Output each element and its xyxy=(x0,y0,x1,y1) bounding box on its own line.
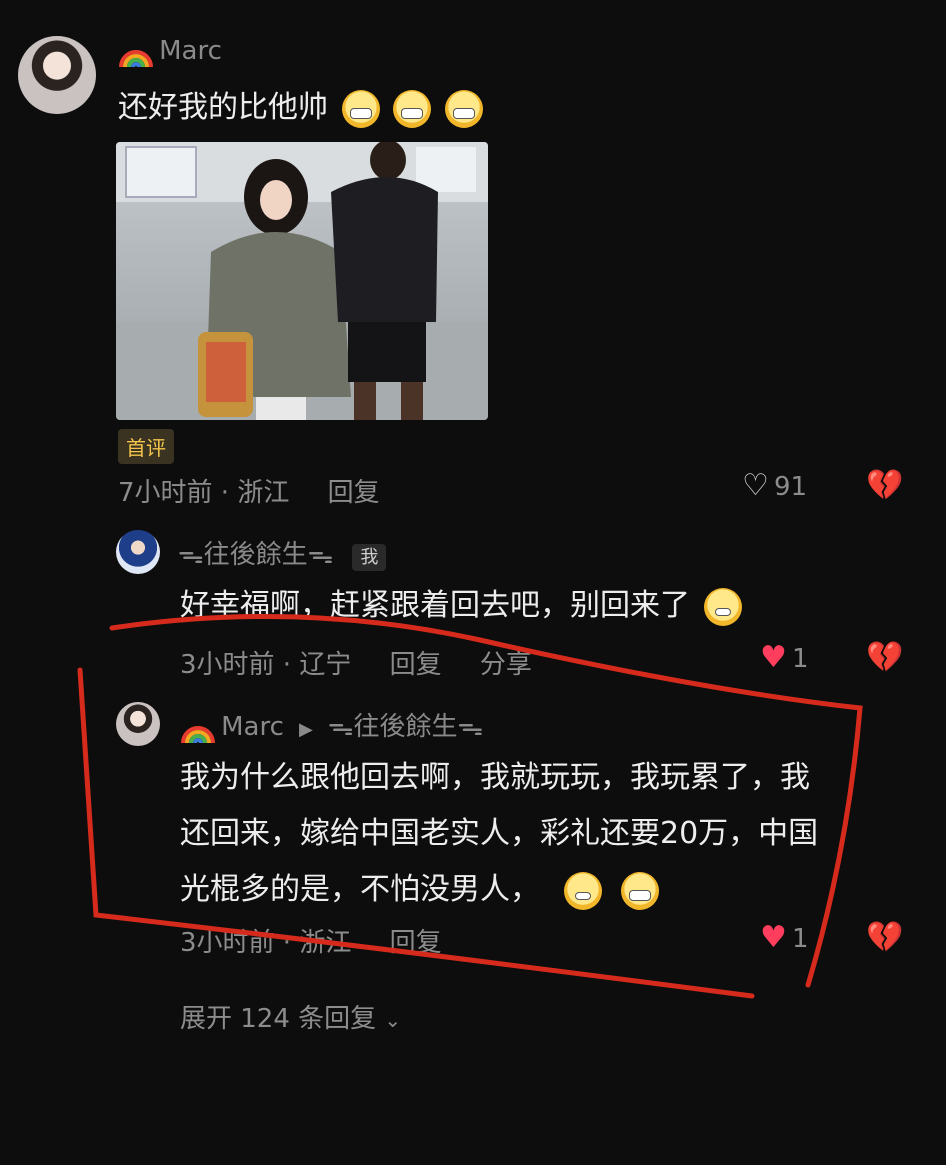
red-annotation-outline xyxy=(77,613,863,999)
